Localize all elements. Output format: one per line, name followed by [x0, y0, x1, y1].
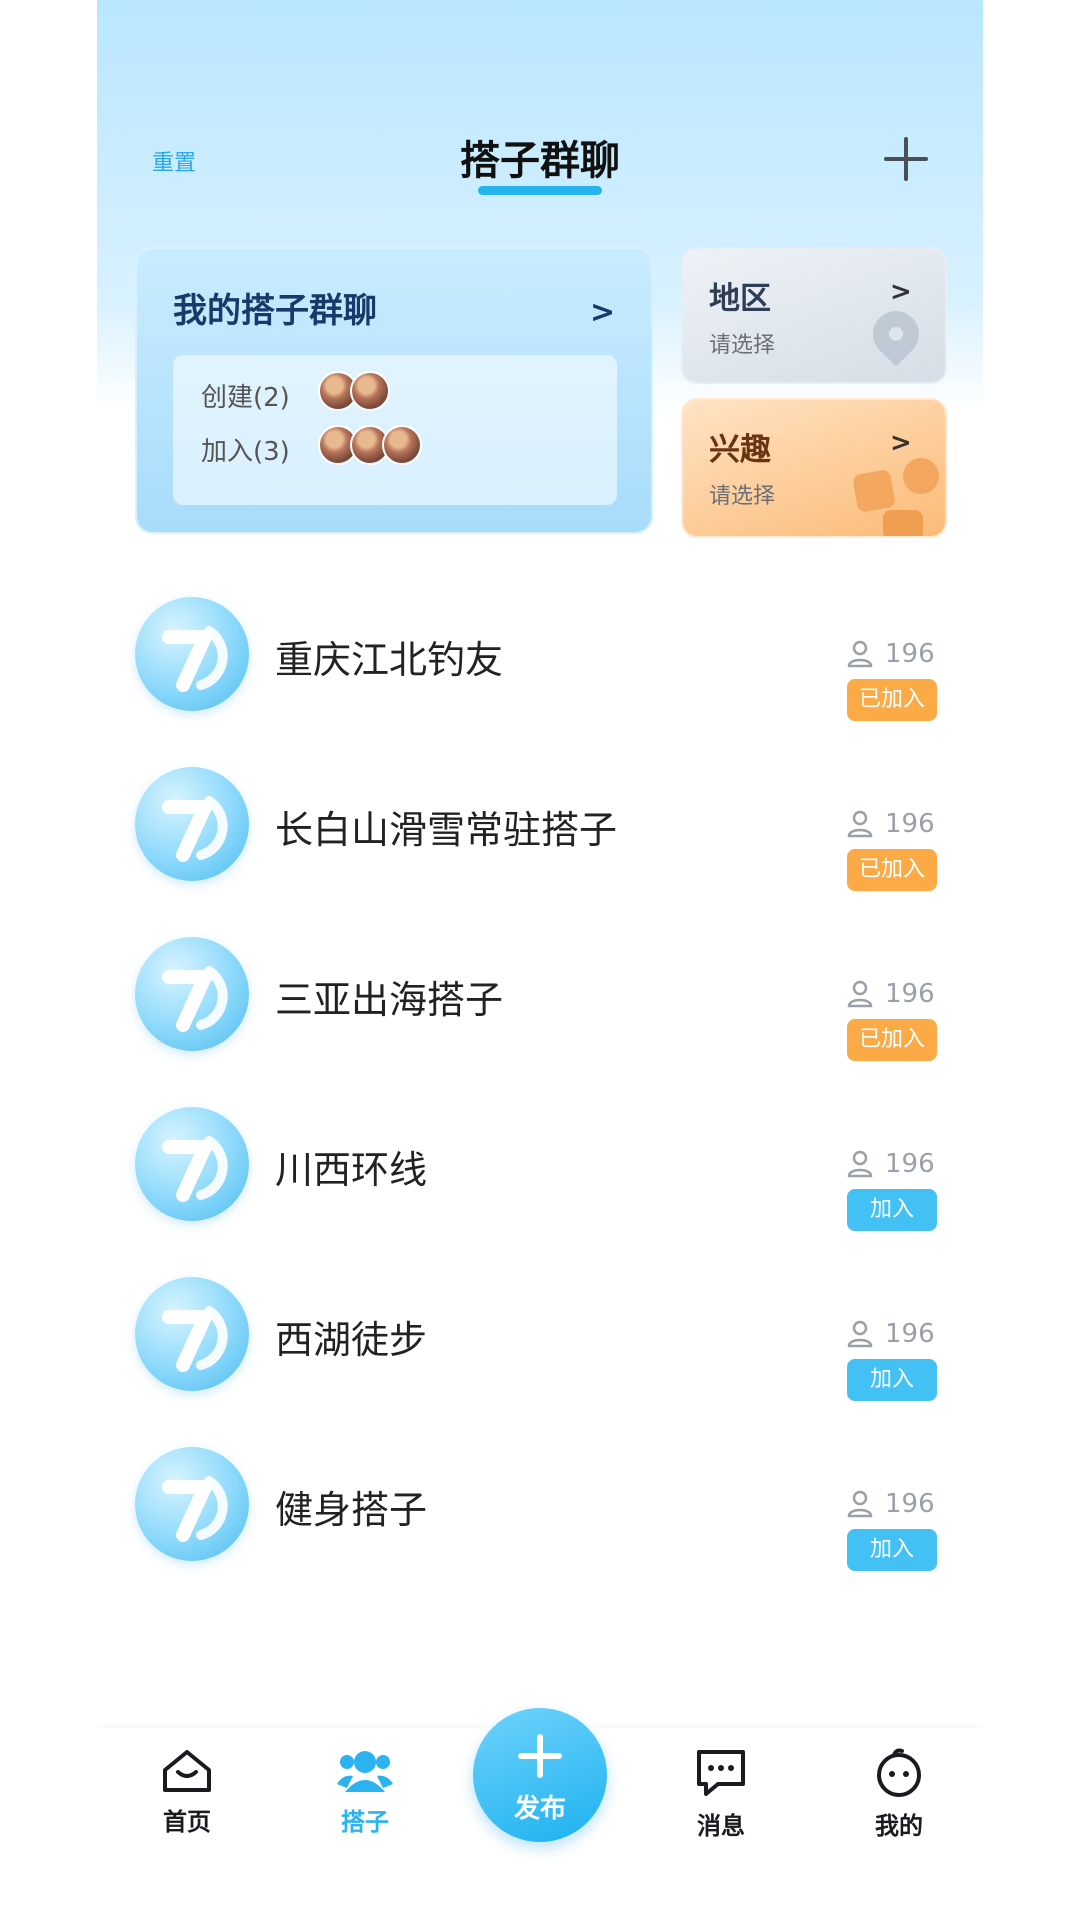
tab-messages-label: 消息: [697, 1812, 745, 1840]
joined-button[interactable]: 已加入: [847, 849, 937, 891]
joined-button[interactable]: 已加入: [847, 679, 937, 721]
message-icon: [697, 1750, 745, 1796]
group-name: 三亚出海搭子: [275, 978, 504, 1022]
group-logo-icon: [135, 1277, 249, 1391]
tab-mine[interactable]: 我的: [839, 1748, 959, 1841]
created-avatars: [318, 371, 390, 411]
avatar: [350, 371, 390, 411]
member-count: 196: [847, 1149, 935, 1179]
region-subtitle: 请选择: [709, 333, 776, 358]
joined-avatars: [318, 425, 422, 465]
tab-home-label: 首页: [163, 1808, 211, 1836]
join-button[interactable]: 加入: [847, 1189, 937, 1231]
user-icon: [847, 1150, 873, 1178]
group-name: 长白山滑雪常驻搭子: [275, 808, 618, 852]
joined-button[interactable]: 已加入: [847, 1019, 937, 1061]
publish-button[interactable]: 发布: [473, 1708, 607, 1842]
profile-face-icon: [877, 1748, 921, 1797]
member-count: 196: [847, 639, 935, 669]
list-item[interactable]: 三亚出海搭子 196 已加入: [135, 937, 945, 1107]
my-groups-summary: 创建(2) 加入(3): [173, 355, 617, 505]
app-screen: 重置 搭子群聊 我的搭子群聊 > 创建(2) 加入(3) 地区 请选择 > 兴趣…: [97, 0, 983, 1920]
tab-partners[interactable]: 搭子: [305, 1748, 425, 1837]
interest-blocks-icon: [851, 468, 897, 514]
region-title: 地区: [709, 281, 771, 317]
list-item[interactable]: 川西环线 196 加入: [135, 1107, 945, 1277]
chevron-right-icon: >: [890, 428, 912, 458]
member-count: 196: [847, 1489, 935, 1519]
add-group-button[interactable]: [884, 137, 928, 181]
user-icon: [847, 1320, 873, 1348]
my-groups-card[interactable]: 我的搭子群聊 > 创建(2) 加入(3): [135, 247, 653, 534]
member-count: 196: [847, 809, 935, 839]
interest-subtitle: 请选择: [709, 484, 776, 509]
join-button[interactable]: 加入: [847, 1529, 937, 1571]
user-icon: [847, 980, 873, 1008]
list-item[interactable]: 重庆江北钓友 196 已加入: [135, 597, 945, 767]
group-logo-icon: [135, 767, 249, 881]
member-count: 196: [847, 979, 935, 1009]
group-name: 川西环线: [275, 1148, 428, 1192]
avatar: [382, 425, 422, 465]
group-logo-icon: [135, 1107, 249, 1221]
user-icon: [847, 640, 873, 668]
interest-title: 兴趣: [709, 432, 771, 468]
home-icon: [163, 1750, 211, 1792]
list-item[interactable]: 长白山滑雪常驻搭子 196 已加入: [135, 767, 945, 937]
group-list: 重庆江北钓友 196 已加入 长白山滑雪常驻搭子 196 已加入 三亚出海搭子: [135, 597, 945, 1617]
tab-home[interactable]: 首页: [127, 1748, 247, 1837]
my-groups-title: 我的搭子群聊: [173, 291, 377, 331]
interest-filter[interactable]: 兴趣 请选择 >: [681, 398, 947, 538]
join-button[interactable]: 加入: [847, 1359, 937, 1401]
tab-partners-label: 搭子: [341, 1808, 389, 1836]
region-filter[interactable]: 地区 请选择 >: [681, 247, 947, 384]
user-icon: [847, 810, 873, 838]
title-underline: [478, 186, 602, 195]
people-icon: [337, 1751, 393, 1792]
chevron-right-icon: >: [890, 277, 912, 307]
plus-icon: [518, 1734, 562, 1778]
list-item[interactable]: 西湖徒步 196 加入: [135, 1277, 945, 1447]
list-item[interactable]: 健身搭子 196 加入: [135, 1447, 945, 1617]
publish-label: 发布: [513, 1794, 566, 1824]
group-name: 健身搭子: [275, 1488, 428, 1532]
tab-messages[interactable]: 消息: [661, 1748, 781, 1841]
joined-label: 加入(3): [201, 437, 290, 467]
group-name: 西湖徒步: [275, 1318, 428, 1362]
member-count: 196: [847, 1319, 935, 1349]
group-name: 重庆江北钓友: [275, 638, 504, 682]
tab-mine-label: 我的: [875, 1812, 923, 1840]
created-label: 创建(2): [201, 383, 290, 413]
chevron-right-icon: >: [590, 295, 616, 330]
page-title: 搭子群聊: [460, 138, 620, 184]
group-logo-icon: [135, 937, 249, 1051]
group-logo-icon: [135, 597, 249, 711]
group-logo-icon: [135, 1447, 249, 1561]
user-icon: [847, 1490, 873, 1518]
